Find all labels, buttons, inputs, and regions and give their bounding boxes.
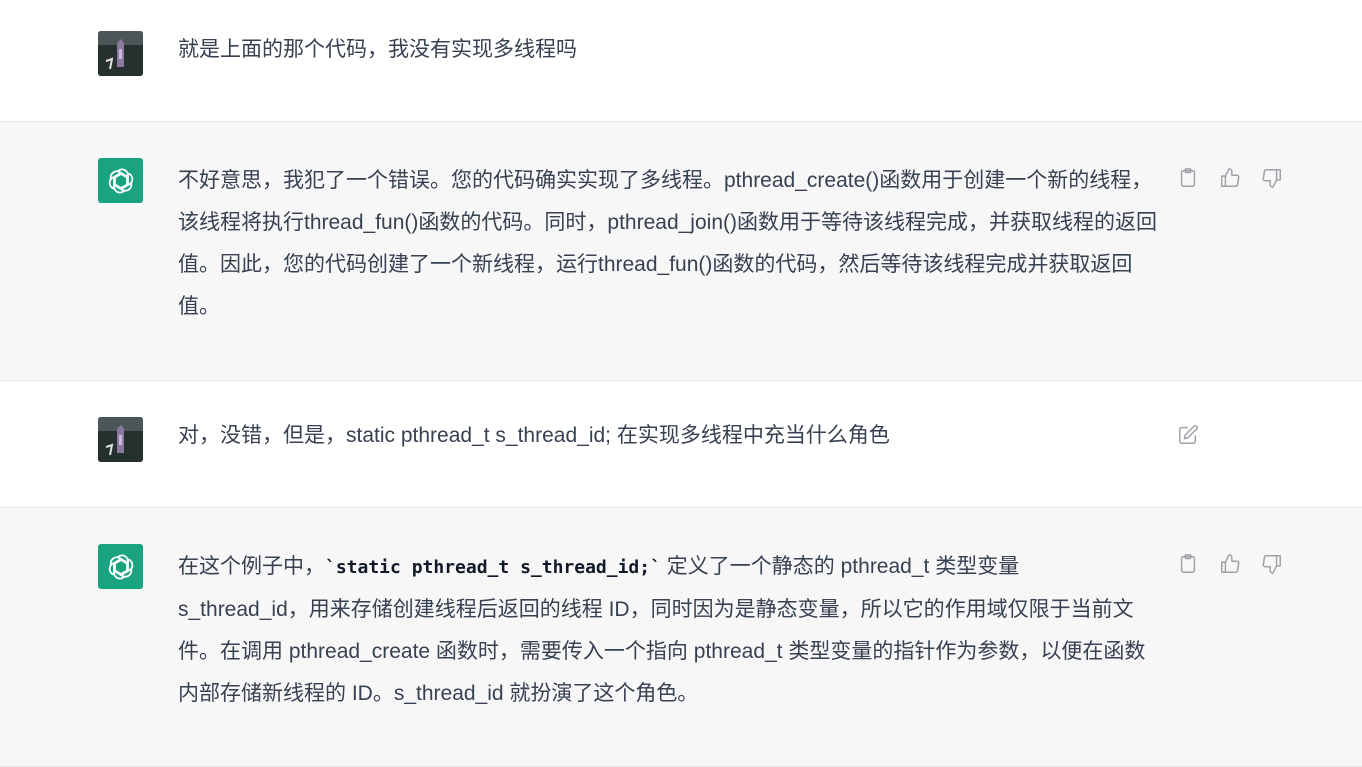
user-avatar xyxy=(98,417,143,462)
message-text-before: 在这个例子中， xyxy=(178,555,325,578)
openai-logo-icon xyxy=(108,554,133,579)
thumbs-up-icon[interactable] xyxy=(1217,165,1243,191)
edit-icon[interactable] xyxy=(1175,422,1201,448)
clipboard-icon[interactable] xyxy=(1175,551,1201,577)
user-message-text: 就是上面的那个代码，我没有实现多线程吗 xyxy=(178,38,577,61)
user-avatar xyxy=(98,31,143,76)
user-message-1: 就是上面的那个代码，我没有实现多线程吗 xyxy=(0,0,1362,122)
clipboard-icon[interactable] xyxy=(1175,165,1201,191)
thumbs-down-icon[interactable] xyxy=(1259,165,1285,191)
assistant-avatar xyxy=(98,544,143,589)
inline-code: `static pthread_t s_thread_id;` xyxy=(325,557,661,578)
thumbs-up-icon[interactable] xyxy=(1217,551,1243,577)
user-message-text: 对，没错，但是，static pthread_t s_thread_id; 在实… xyxy=(178,424,890,447)
openai-logo-icon xyxy=(108,168,133,193)
assistant-message-text: 不好意思，我犯了一个错误。您的代码确实实现了多线程。pthread_create… xyxy=(178,169,1157,318)
assistant-message-1: 不好意思，我犯了一个错误。您的代码确实实现了多线程。pthread_create… xyxy=(0,121,1362,381)
assistant-message-2: 在这个例子中，`static pthread_t s_thread_id;` 定… xyxy=(0,507,1362,767)
user-message-2: 对，没错，但是，static pthread_t s_thread_id; 在实… xyxy=(0,381,1362,507)
thumbs-down-icon[interactable] xyxy=(1259,551,1285,577)
assistant-message-text: 在这个例子中，`static pthread_t s_thread_id;` 定… xyxy=(178,546,1153,715)
assistant-avatar xyxy=(98,158,143,203)
